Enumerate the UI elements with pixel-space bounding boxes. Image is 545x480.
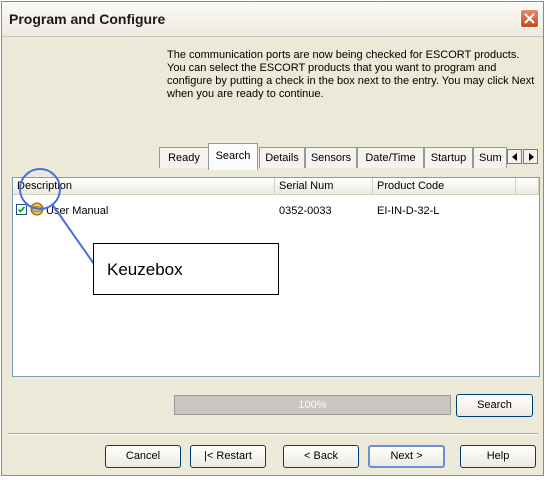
search-button[interactable]: Search [456, 394, 533, 417]
next-button[interactable]: Next > [368, 445, 445, 468]
program-configure-dialog: Program and Configure The communication … [1, 1, 544, 476]
progress-bar: 100% [174, 395, 451, 415]
progress-text: 100% [298, 399, 327, 411]
divider [8, 433, 538, 435]
restart-button-label: |< Restart [204, 450, 252, 462]
restart-button[interactable]: |< Restart [190, 445, 266, 468]
next-button-label: Next > [390, 450, 423, 462]
tab-search[interactable]: Search [208, 143, 258, 170]
cancel-button[interactable]: Cancel [105, 445, 181, 468]
search-button-label: Search [477, 399, 512, 411]
back-button-label: < Back [304, 450, 338, 462]
help-button-label: Help [486, 450, 510, 462]
cancel-button-label: Cancel [125, 450, 161, 462]
annotation-callout: Keuzebox [93, 243, 279, 295]
back-button[interactable]: < Back [283, 445, 359, 468]
help-button[interactable]: Help [460, 445, 536, 468]
